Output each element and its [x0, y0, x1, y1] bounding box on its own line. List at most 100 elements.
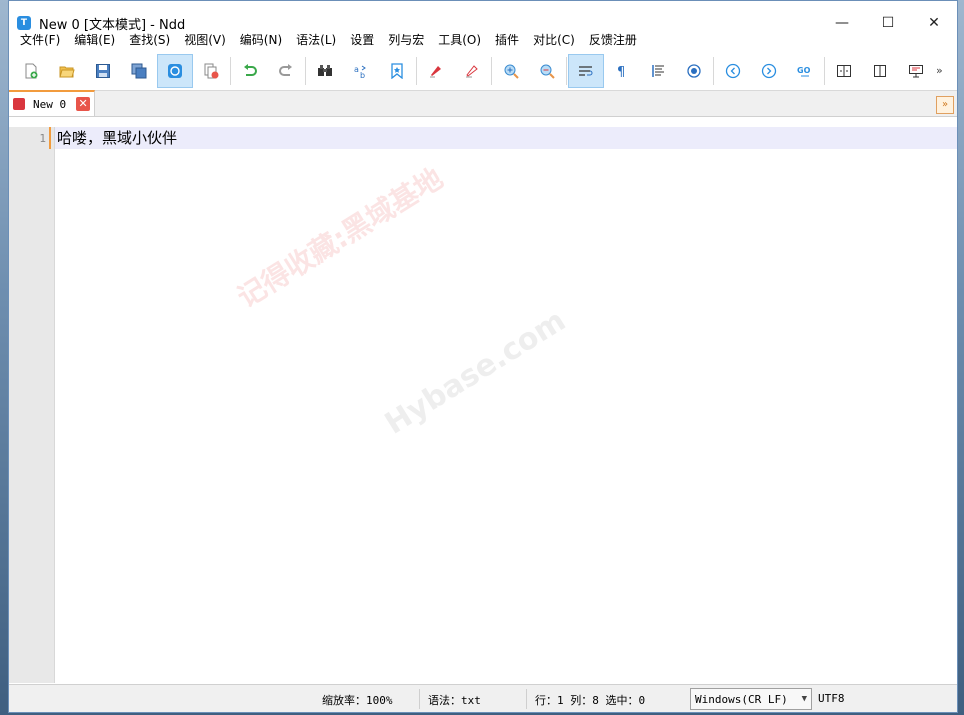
- split-view-button[interactable]: [826, 54, 862, 88]
- record-icon: [687, 63, 701, 78]
- show-symbols-icon: ¶: [617, 65, 625, 79]
- status-separator: [526, 689, 527, 709]
- app-logo-icon: T: [17, 16, 31, 30]
- prev-icon: [725, 63, 741, 78]
- split-icon: [837, 64, 851, 77]
- tab-close-icon[interactable]: ✕: [76, 97, 91, 111]
- tab-label: New 0: [33, 97, 67, 111]
- menu-column-macro[interactable]: 列与宏: [381, 29, 431, 51]
- replace-button[interactable]: ab: [343, 54, 379, 88]
- cursor-position-status: 行：1 列：8 选中：0: [535, 694, 646, 707]
- toolbar-separator: [416, 56, 417, 85]
- editor-line[interactable]: 哈喽，黑域小伙伴: [57, 128, 177, 148]
- undo-button[interactable]: [232, 54, 268, 88]
- svg-text:GO: GO: [797, 66, 811, 75]
- monitor-button[interactable]: [898, 54, 934, 88]
- open-folder-icon: [59, 66, 75, 77]
- menu-encoding[interactable]: 编码(N): [233, 29, 289, 51]
- menu-compare[interactable]: 对比(C): [526, 29, 582, 51]
- close-window-button[interactable]: ✕: [911, 1, 957, 45]
- syntax-status: 语法：txt: [428, 694, 481, 707]
- record-macro-button[interactable]: [676, 54, 712, 88]
- toolbar-separator: [713, 56, 714, 85]
- word-wrap-button[interactable]: [568, 53, 604, 88]
- watermark-cn: 记得收藏:黑域基地: [231, 161, 449, 315]
- window-controls: — ☐ ✕: [819, 1, 957, 45]
- tab-new-0[interactable]: New 0 ✕: [9, 90, 96, 116]
- save-all-button[interactable]: [121, 54, 157, 88]
- zoom-status: 缩放率：100%: [322, 694, 393, 707]
- watermark-en: Hybase.com: [379, 303, 572, 442]
- redo-icon: [279, 63, 292, 76]
- close-file-button[interactable]: [193, 54, 229, 88]
- indent-guide-button[interactable]: [640, 54, 676, 88]
- zoom-out-icon: [540, 64, 555, 79]
- menu-edit[interactable]: 编辑(E): [67, 29, 122, 51]
- current-line-highlight: [55, 127, 957, 149]
- indent-guide-icon: [652, 64, 664, 77]
- menu-plugins[interactable]: 插件: [488, 29, 526, 51]
- bookmark-button[interactable]: [379, 54, 415, 88]
- toolbar-separator: [566, 56, 567, 85]
- unsaved-file-icon: [13, 98, 25, 110]
- status-bar: 缩放率：100% 语法：txt 行：1 列：8 选中：0 Windows(CR …: [9, 684, 957, 712]
- change-marker: [49, 127, 51, 149]
- zoom-in-button[interactable]: [493, 54, 529, 88]
- redo-button[interactable]: [268, 54, 304, 88]
- next-button[interactable]: [751, 54, 787, 88]
- line-number: 1: [39, 132, 46, 145]
- toolbar-separator: [824, 56, 825, 85]
- find-button[interactable]: [307, 54, 343, 88]
- line-ending-value: Windows(CR LF): [695, 692, 788, 706]
- chevron-down-icon: ▼: [801, 694, 807, 704]
- app-window: T New 0 [文本模式] - Ndd — ☐ ✕ 文件(F) 编辑(E) 查…: [8, 0, 958, 713]
- show-symbols-button[interactable]: ¶: [604, 54, 640, 88]
- save-button[interactable]: [85, 54, 121, 88]
- menu-tools[interactable]: 工具(O): [431, 29, 488, 51]
- undo-icon: [244, 63, 257, 76]
- toolbar-separator: [491, 56, 492, 85]
- menu-search[interactable]: 查找(S): [122, 29, 177, 51]
- zoom-out-button[interactable]: [529, 54, 565, 88]
- sync-button[interactable]: [157, 53, 193, 88]
- tab-list-button[interactable]: »: [936, 96, 954, 114]
- save-all-icon: [131, 63, 147, 78]
- minimize-button[interactable]: —: [819, 1, 865, 45]
- clear-highlight-button[interactable]: [454, 54, 490, 88]
- menu-language[interactable]: 语法(L): [289, 29, 343, 51]
- zoom-in-icon: [504, 64, 519, 79]
- replace-icon: ab: [354, 65, 366, 79]
- open-file-button[interactable]: [49, 54, 85, 88]
- goto-button[interactable]: GO: [787, 54, 823, 88]
- eraser-icon: [466, 64, 478, 77]
- status-separator: [419, 689, 420, 709]
- find-icon: [318, 64, 332, 76]
- monitor-icon: [909, 64, 923, 77]
- toolbar-separator: [230, 56, 231, 85]
- bookmark-icon: [391, 62, 403, 79]
- editor-area[interactable]: 1 哈喽，黑域小伙伴 记得收藏:黑域基地 Hybase.com: [9, 127, 957, 683]
- save-icon: [96, 63, 110, 78]
- line-number-gutter: 1: [9, 127, 55, 683]
- wrap-icon: [579, 65, 593, 76]
- svg-text:a: a: [354, 65, 359, 74]
- line-ending-select[interactable]: Windows(CR LF) ▼: [690, 688, 812, 710]
- compare-button[interactable]: [862, 54, 898, 88]
- goto-icon: GO: [797, 66, 811, 76]
- tab-bar: New 0 ✕ »: [9, 90, 957, 117]
- close-file-icon: [204, 63, 219, 78]
- svg-text:¶: ¶: [617, 65, 625, 79]
- toolbar-separator: [305, 56, 306, 85]
- highlight-button[interactable]: [418, 54, 454, 88]
- new-file-button[interactable]: [13, 54, 49, 88]
- svg-text:b: b: [360, 71, 365, 79]
- next-icon: [761, 63, 777, 78]
- maximize-button[interactable]: ☐: [865, 1, 911, 45]
- menu-feedback[interactable]: 反馈注册: [582, 29, 644, 51]
- menu-settings[interactable]: 设置: [343, 29, 381, 51]
- toolbar-overflow-icon[interactable]: »: [936, 64, 943, 77]
- previous-button[interactable]: [715, 54, 751, 88]
- encoding-status: UTF8: [818, 692, 845, 705]
- menu-view[interactable]: 视图(V): [177, 29, 233, 51]
- menu-file[interactable]: 文件(F): [13, 29, 67, 51]
